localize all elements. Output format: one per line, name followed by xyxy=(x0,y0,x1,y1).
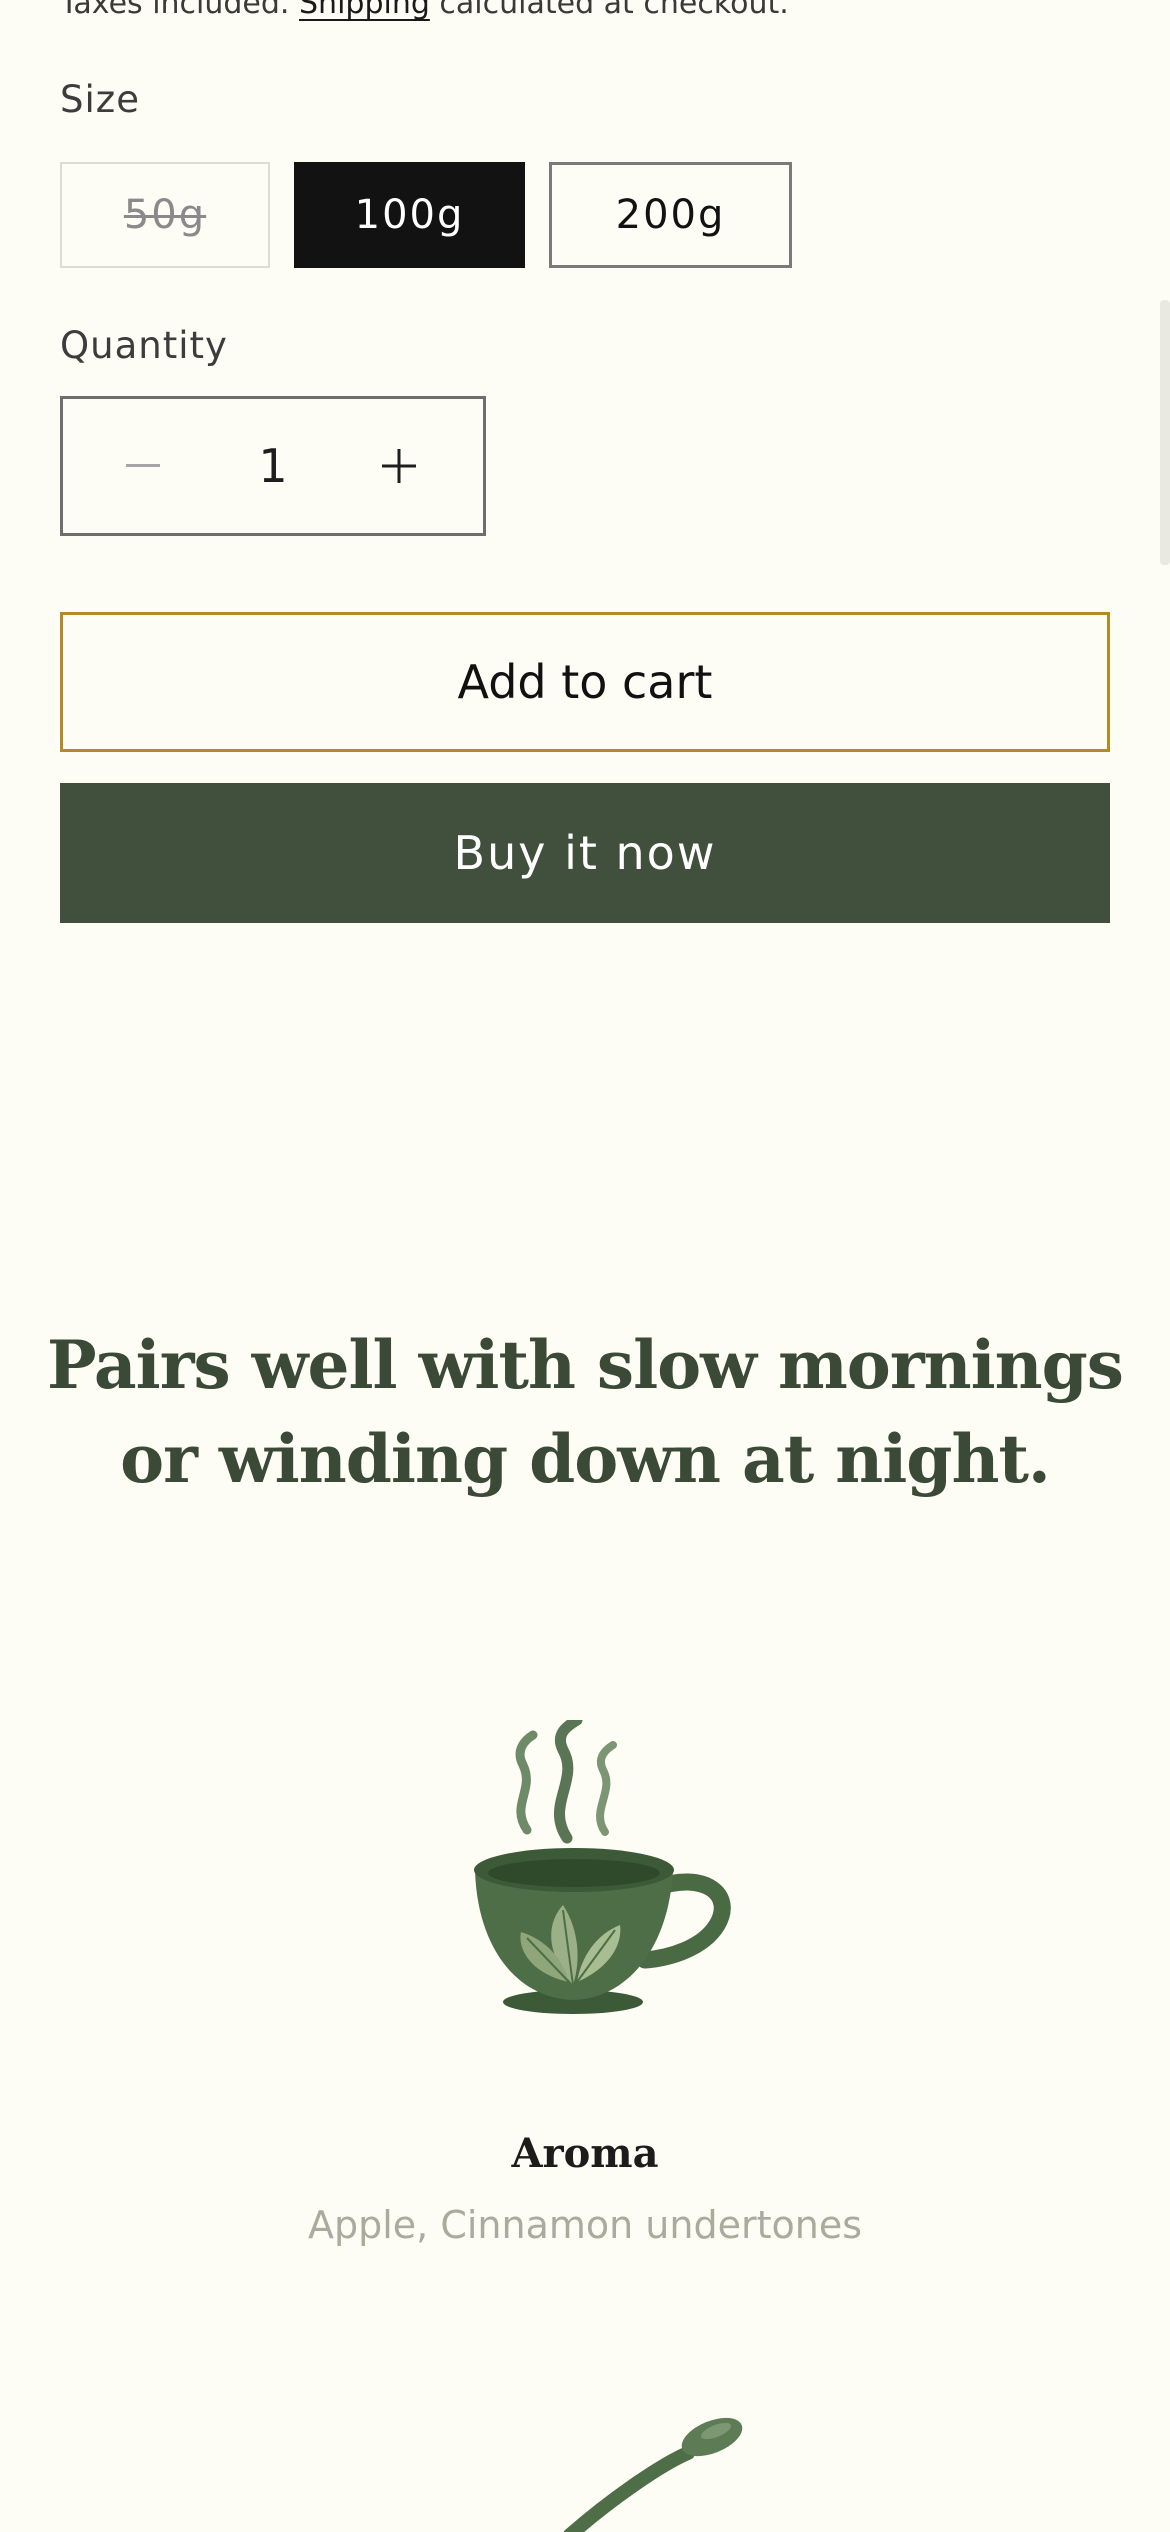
feature-subtitle-aroma: Apple, Cinnamon undertones xyxy=(307,2203,862,2247)
quantity-label: Quantity xyxy=(60,324,228,367)
feature-title-aroma: Aroma xyxy=(511,2130,659,2177)
shipping-link[interactable]: Shipping xyxy=(299,0,430,21)
size-option-200g[interactable]: 200g xyxy=(549,162,792,268)
quantity-increase-button[interactable] xyxy=(359,399,439,533)
scrollbar[interactable] xyxy=(1160,300,1170,565)
minus-icon xyxy=(126,464,160,467)
size-option-50g[interactable]: 50g xyxy=(60,162,270,268)
quantity-stepper: 1 xyxy=(60,396,486,536)
plus-icon xyxy=(382,449,416,483)
spoon-icon xyxy=(540,2415,760,2532)
quantity-decrease-button[interactable] xyxy=(103,399,183,533)
size-label: Size xyxy=(60,78,140,121)
quantity-input[interactable]: 1 xyxy=(213,399,333,533)
size-option-100g[interactable]: 100g xyxy=(294,162,525,268)
teacup-icon xyxy=(455,1714,735,2020)
add-to-cart-button[interactable]: Add to cart xyxy=(60,612,1110,752)
tax-note-suffix: calculated at checkout. xyxy=(429,0,789,21)
buy-it-now-button[interactable]: Buy it now xyxy=(60,783,1110,923)
tax-note-prefix: Taxes included. xyxy=(60,0,300,21)
tax-note: Taxes included. Shipping calculated at c… xyxy=(60,0,789,22)
section-headline: Pairs well with slow mornings or winding… xyxy=(47,1326,1124,1498)
